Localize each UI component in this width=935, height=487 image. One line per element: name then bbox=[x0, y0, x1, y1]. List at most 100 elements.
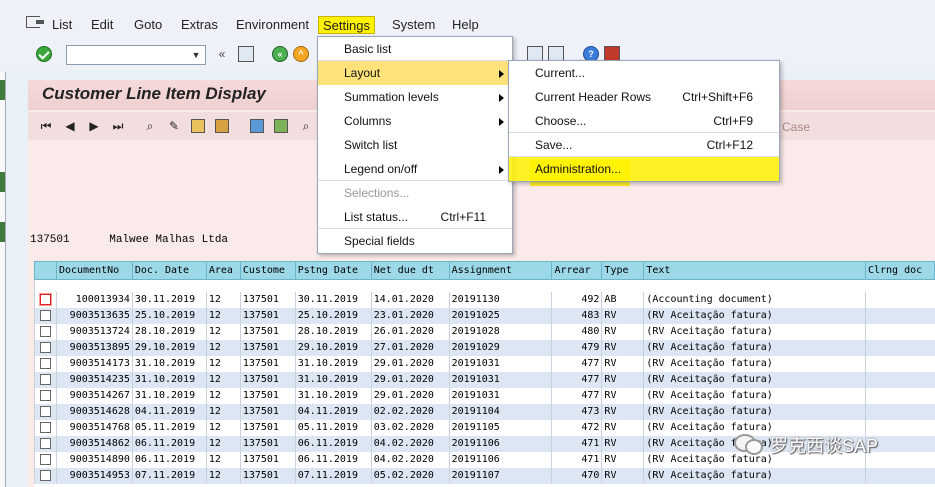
table-row[interactable]: 9003514267 31.10.2019 12 137501 31.10.2019 29… bbox=[34, 387, 935, 404]
menu-item-save[interactable]: Save... Ctrl+F12 bbox=[509, 133, 779, 157]
menu-item-summation-levels[interactable]: Summation levels bbox=[318, 85, 512, 109]
table-cell: 477 bbox=[551, 387, 602, 404]
edit-pencil-icon[interactable]: ✎ bbox=[166, 118, 182, 134]
menu-help[interactable]: Help bbox=[448, 16, 483, 34]
menu-item-special-fields[interactable]: Special fields bbox=[318, 229, 512, 253]
column-header[interactable]: Type bbox=[601, 261, 645, 280]
table-cell: RV bbox=[601, 339, 644, 356]
table-cell: 137501 bbox=[239, 403, 296, 420]
column-header[interactable]: Custome bbox=[239, 261, 296, 280]
column-header[interactable]: Pstng Date bbox=[294, 261, 372, 280]
left-marker bbox=[0, 80, 5, 100]
table-cell: 9003514862 bbox=[55, 435, 133, 452]
submenu-arrow-icon bbox=[499, 118, 504, 126]
column-header[interactable]: DocumentNo bbox=[55, 261, 133, 280]
back-icon[interactable]: « bbox=[272, 46, 288, 62]
menu-environment[interactable]: Environment bbox=[232, 16, 313, 34]
menu-item-label: Current Header Rows bbox=[535, 90, 652, 104]
menu-goto[interactable]: Goto bbox=[130, 16, 166, 34]
table-row[interactable]: 9003513635 25.10.2019 12 137501 25.10.2019 23… bbox=[34, 307, 935, 324]
last-page-icon[interactable]: ⏭ bbox=[110, 118, 126, 134]
table-row[interactable]: 9003513724 28.10.2019 12 137501 28.10.2019 26… bbox=[34, 323, 935, 340]
menu-item-label: Columns bbox=[344, 114, 392, 128]
menu-item-label: Special fields bbox=[344, 234, 415, 248]
column-header[interactable] bbox=[34, 261, 57, 280]
sort-icon[interactable] bbox=[250, 119, 264, 133]
row-checkbox[interactable] bbox=[39, 373, 51, 385]
table-row[interactable]: 100013934 30.11.2019 12 137501 30.11.2019 14.… bbox=[34, 291, 935, 308]
row-checkbox[interactable] bbox=[39, 357, 51, 369]
column-header[interactable]: Text bbox=[643, 261, 866, 280]
table-cell bbox=[864, 291, 935, 308]
select-icon[interactable] bbox=[191, 119, 205, 133]
previous-page-icon[interactable]: ◀ bbox=[62, 118, 78, 134]
table-cell: (Accounting document) bbox=[643, 291, 866, 308]
row-checkbox[interactable] bbox=[39, 405, 51, 417]
first-page-icon[interactable]: ⏮ bbox=[38, 118, 54, 134]
save-icon[interactable] bbox=[238, 46, 254, 62]
menu-item-choose[interactable]: Choose... Ctrl+F9 bbox=[509, 109, 779, 133]
menu-item-columns[interactable]: Columns bbox=[318, 109, 512, 133]
table-cell: RV bbox=[601, 355, 644, 372]
next-page-icon[interactable]: ▶ bbox=[86, 118, 102, 134]
row-checkbox[interactable] bbox=[39, 389, 51, 401]
row-checkbox[interactable] bbox=[39, 469, 51, 481]
menu-extras[interactable]: Extras bbox=[177, 16, 222, 34]
table-cell: 06.11.2019 bbox=[131, 451, 207, 468]
table-cell: 29.10.2019 bbox=[294, 339, 372, 356]
row-checkbox[interactable] bbox=[39, 293, 51, 305]
exit-icon[interactable] bbox=[26, 16, 44, 28]
history-back-icon[interactable]: « bbox=[214, 46, 230, 62]
table-cell: 483 bbox=[551, 307, 602, 324]
table-cell: 477 bbox=[551, 355, 602, 372]
table-cell: 12 bbox=[205, 307, 241, 324]
table-row[interactable]: 9003514173 31.10.2019 12 137501 31.10.2019 29… bbox=[34, 355, 935, 372]
search-icon[interactable]: ⌕ bbox=[298, 118, 314, 134]
column-header[interactable]: Arrear bbox=[551, 261, 603, 280]
column-header[interactable]: Doc. Date bbox=[131, 261, 207, 280]
table-cell: 9003514628 bbox=[55, 403, 133, 420]
menu-list[interactable]: List bbox=[48, 16, 76, 34]
select-all-icon[interactable] bbox=[215, 119, 229, 133]
menu-item-switch-list[interactable]: Switch list bbox=[318, 133, 512, 157]
enter-icon[interactable] bbox=[36, 46, 52, 62]
table-row[interactable]: 9003514235 31.10.2019 12 137501 31.10.2019 29… bbox=[34, 371, 935, 388]
column-header[interactable]: Clrng doc bbox=[864, 261, 935, 280]
row-checkbox[interactable] bbox=[39, 325, 51, 337]
command-input[interactable] bbox=[69, 47, 187, 63]
table-cell: 12 bbox=[205, 387, 241, 404]
menu-item-list-status[interactable]: List status... Ctrl+F11 bbox=[318, 205, 512, 229]
column-header[interactable]: Area bbox=[205, 261, 241, 280]
menu-item-current[interactable]: Current... bbox=[509, 61, 779, 85]
table-cell: 31.10.2019 bbox=[131, 371, 207, 388]
menu-settings[interactable]: Settings bbox=[318, 16, 375, 34]
display-icon[interactable]: ⌕ bbox=[142, 118, 158, 134]
column-header[interactable]: Net due dt bbox=[370, 261, 450, 280]
filter-icon[interactable] bbox=[274, 119, 288, 133]
row-checkbox[interactable] bbox=[39, 437, 51, 449]
row-checkbox[interactable] bbox=[39, 341, 51, 353]
command-field[interactable]: ▼ bbox=[66, 45, 206, 65]
row-checkbox[interactable] bbox=[39, 421, 51, 433]
table-cell bbox=[864, 371, 935, 388]
menu-item-administration[interactable]: Administration... bbox=[509, 157, 779, 181]
menu-item-legend[interactable]: Legend on/off bbox=[318, 157, 512, 181]
menu-item-basic-list[interactable]: Basic list bbox=[318, 37, 512, 61]
row-checkbox[interactable] bbox=[39, 309, 51, 321]
exit-session-icon[interactable]: ^ bbox=[293, 46, 309, 62]
column-header[interactable]: Assignment bbox=[448, 261, 553, 280]
menu-item-selections: Selections... bbox=[318, 181, 512, 205]
table-cell: 9003514267 bbox=[55, 387, 133, 404]
menu-system[interactable]: System bbox=[388, 16, 439, 34]
menu-item-layout[interactable]: Layout bbox=[318, 61, 512, 85]
menu-item-current-header-rows[interactable]: Current Header Rows Ctrl+Shift+F6 bbox=[509, 85, 779, 109]
submenu-arrow-icon bbox=[499, 70, 504, 78]
row-checkbox[interactable] bbox=[39, 453, 51, 465]
chevron-down-icon[interactable]: ▼ bbox=[187, 46, 205, 64]
table-row[interactable]: 9003513895 29.10.2019 12 137501 29.10.2019 27… bbox=[34, 339, 935, 356]
table-row[interactable]: 9003514953 07.11.2019 12 137501 07.11.2019 05… bbox=[34, 467, 935, 484]
table-cell: 9003514890 bbox=[55, 451, 133, 468]
menu-edit[interactable]: Edit bbox=[87, 16, 117, 34]
table-cell: 04.02.2020 bbox=[370, 435, 450, 452]
table-row[interactable]: 9003514628 04.11.2019 12 137501 04.11.2019 02… bbox=[34, 403, 935, 420]
